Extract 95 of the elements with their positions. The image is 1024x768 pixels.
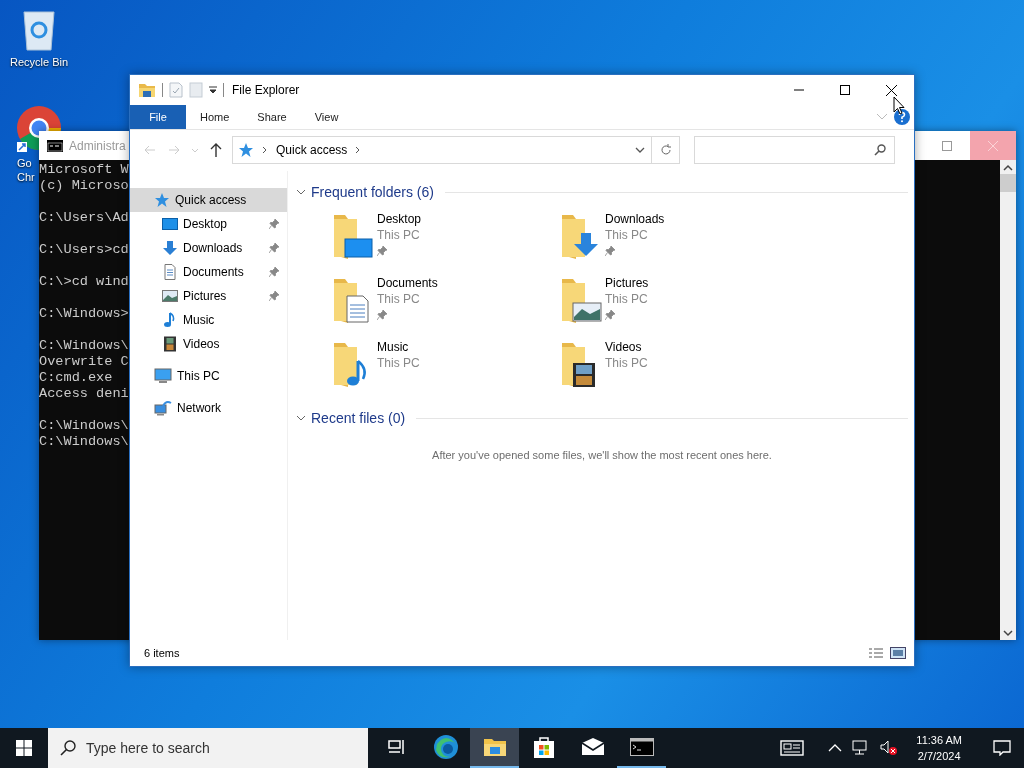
desktop-icon-label: Recycle Bin [9, 56, 69, 68]
terminal-icon[interactable] [629, 738, 654, 756]
console-line: Access deni [39, 386, 129, 402]
chevron-icon[interactable] [296, 187, 306, 197]
console-line: C:\Windows\ [39, 338, 129, 354]
scrollbar-thumb[interactable] [1000, 174, 1016, 192]
download-arrow-icon [162, 240, 178, 256]
maximize-icon[interactable] [840, 85, 850, 95]
film-icon [162, 336, 178, 352]
folder-name: Downloads [605, 211, 665, 227]
shopping-bag-icon[interactable] [531, 735, 556, 759]
muted-speaker-icon[interactable] [880, 740, 899, 756]
desktop-icon-label: Go [17, 156, 32, 170]
folder-name: Videos [605, 339, 643, 355]
nav-item[interactable]: Quick access [130, 188, 287, 212]
window-title: File Explorer [232, 83, 300, 97]
cursor-icon [893, 96, 905, 115]
console-line: C:cmd.exe [39, 370, 113, 386]
nav-item[interactable]: Videos [130, 332, 287, 356]
folder-location: This PC [377, 291, 421, 307]
ribbon-tab[interactable]: Home [186, 105, 244, 129]
console-line: C:\Windows\ [39, 418, 129, 434]
console-line: Overwrite C [39, 354, 129, 370]
mail-icon[interactable] [580, 738, 605, 756]
nav-item[interactable]: Music [130, 308, 287, 332]
chevron-up-icon[interactable] [828, 744, 843, 752]
clock[interactable]: 11:36 AM 2/7/2024 [908, 732, 970, 764]
ribbon-tab[interactable]: View [300, 105, 353, 129]
taskbar-app[interactable] [470, 728, 519, 768]
folder-name: Desktop [377, 211, 422, 227]
notifications-icon[interactable] [993, 740, 1011, 756]
nav-item[interactable]: Pictures [130, 284, 287, 308]
nav-item[interactable]: Documents [130, 260, 287, 284]
folder-name: Music [377, 339, 410, 355]
star-icon [238, 142, 254, 158]
section-header[interactable]: Recent files (0) [311, 410, 406, 426]
address-dropdown-icon[interactable] [635, 147, 645, 153]
network-icon [154, 400, 172, 416]
folder-location: This PC [605, 291, 649, 307]
browser-icon[interactable] [432, 734, 459, 760]
up-arrow-icon[interactable] [210, 143, 222, 157]
breadcrumb-chevron-icon[interactable] [355, 146, 362, 154]
console-line: (c) Microso [39, 178, 129, 194]
console-line: C:\Windows\ [39, 434, 129, 450]
refresh-icon[interactable] [659, 144, 672, 156]
console-line: Microsoft W [39, 162, 129, 178]
search-field[interactable] [694, 136, 895, 164]
folder-tile[interactable]: Pictures This PC [559, 275, 787, 325]
close-icon[interactable] [885, 84, 897, 96]
folder-tile[interactable]: Music This PC [331, 339, 559, 389]
file-menu-button[interactable]: File [130, 105, 186, 129]
nav-item[interactable]: Downloads [130, 236, 287, 260]
folder-name: Documents [377, 275, 438, 291]
chevron-icon[interactable] [296, 413, 306, 423]
console-line: C:\Users\Ad [39, 210, 129, 226]
folder-icon[interactable] [138, 82, 156, 98]
folder-tile[interactable]: Documents This PC [331, 275, 559, 325]
folder-location: This PC [605, 355, 648, 371]
folder-tile[interactable]: Videos This PC [559, 339, 787, 389]
scroll-up-icon[interactable] [1003, 164, 1013, 172]
picture-icon [162, 288, 178, 304]
nav-item[interactable]: Network [130, 396, 287, 420]
dropdown-icon[interactable] [209, 86, 217, 94]
document-icon [162, 264, 178, 280]
desktop-icon [162, 216, 178, 232]
taskbar-search-field[interactable]: Type here to search [48, 728, 368, 768]
console-line: C:\Users>cd [39, 242, 129, 258]
terminal-icon [47, 139, 63, 152]
nav-item[interactable]: Desktop [130, 212, 287, 236]
section-header[interactable]: Frequent folders (6) [311, 184, 434, 200]
computer-icon [154, 368, 172, 384]
nav-item[interactable]: This PC [130, 364, 287, 388]
folder-tile[interactable]: Downloads This PC [559, 211, 787, 261]
desktop-icon-label: Chr [17, 170, 35, 184]
empty-message: After you've opened some files, we'll show the most recent ones here. [431, 449, 773, 461]
large-icons-view-icon[interactable] [890, 647, 906, 659]
folder-name: Pictures [605, 275, 649, 291]
task-view-icon[interactable] [386, 738, 407, 756]
scroll-down-icon[interactable] [1003, 629, 1013, 637]
console-line: C:\Windows> [39, 306, 129, 322]
folder-location: This PC [377, 355, 420, 371]
search-icon [60, 740, 76, 756]
star-icon [154, 192, 170, 208]
breadcrumb-chevron-icon[interactable] [262, 146, 268, 154]
folder-icon[interactable] [482, 736, 507, 758]
ribbon-tab[interactable]: Share [243, 105, 301, 129]
folder-location: This PC [605, 227, 649, 243]
folder-tile[interactable]: Desktop This PC [331, 211, 559, 261]
address-bar[interactable]: Quick access [232, 136, 652, 164]
news-icon[interactable] [780, 740, 805, 756]
item-count: 6 items [144, 647, 180, 659]
console-line: C:\>cd wind [39, 274, 129, 290]
window-title: Administra [69, 138, 126, 153]
search-icon [874, 144, 886, 156]
folder-location: This PC [377, 227, 421, 243]
